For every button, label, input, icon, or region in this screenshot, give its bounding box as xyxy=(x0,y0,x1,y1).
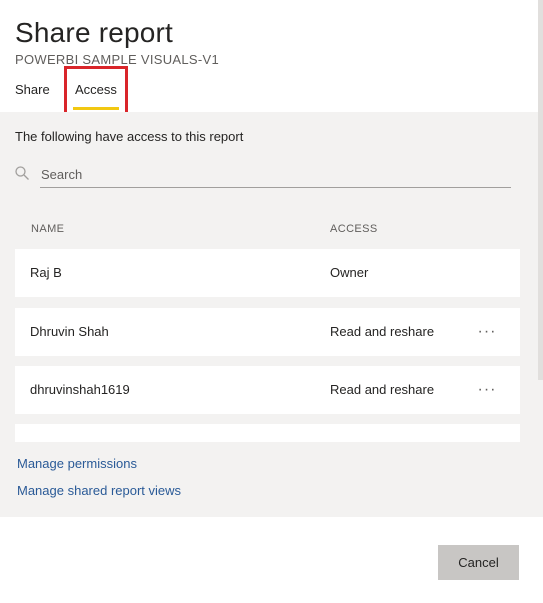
column-header-name: NAME xyxy=(31,223,65,235)
access-level: Owner xyxy=(330,265,369,280)
search-input[interactable] xyxy=(40,162,511,188)
column-header-access: ACCESS xyxy=(330,223,378,235)
manage-permissions-link[interactable]: Manage permissions xyxy=(17,456,137,471)
dialog-title: Share report xyxy=(15,17,174,48)
tab-share[interactable]: Share xyxy=(15,82,50,97)
report-name-subtitle: POWERBI SAMPLE VISUALS-V1 xyxy=(15,52,220,67)
access-level: Read and reshare xyxy=(330,382,435,397)
search-icon xyxy=(15,166,29,180)
access-row-partial: dhruvinshah1619 xyxy=(15,424,520,442)
user-name: dhruvinshah1619 xyxy=(30,382,130,397)
access-row: Raj B Owner xyxy=(15,249,520,297)
active-tab-indicator xyxy=(73,107,119,110)
manage-shared-views-link[interactable]: Manage shared report views xyxy=(17,483,181,498)
access-list: Raj B Owner Dhruvin Shah Read and reshar… xyxy=(15,249,520,442)
access-row: dhruvinshah1619 Read and reshare ··· xyxy=(15,366,520,414)
access-row: Dhruvin Shah Read and reshare ··· xyxy=(15,308,520,356)
access-intro-text: The following have access to this report xyxy=(15,129,244,144)
more-options-icon[interactable]: ··· xyxy=(475,318,499,346)
tab-access[interactable]: Access xyxy=(73,82,119,110)
cancel-button[interactable]: Cancel xyxy=(438,545,519,580)
access-level: Read and reshare xyxy=(330,324,435,339)
more-options-icon[interactable]: ··· xyxy=(475,376,499,404)
tab-access-label: Access xyxy=(75,82,117,97)
user-name: Raj B xyxy=(30,265,62,280)
access-panel: The following have access to this report… xyxy=(0,112,543,517)
user-name: dhruvinshah1619 xyxy=(30,440,130,442)
user-name: Dhruvin Shah xyxy=(30,324,109,339)
dialog-scrollbar[interactable] xyxy=(538,0,543,380)
